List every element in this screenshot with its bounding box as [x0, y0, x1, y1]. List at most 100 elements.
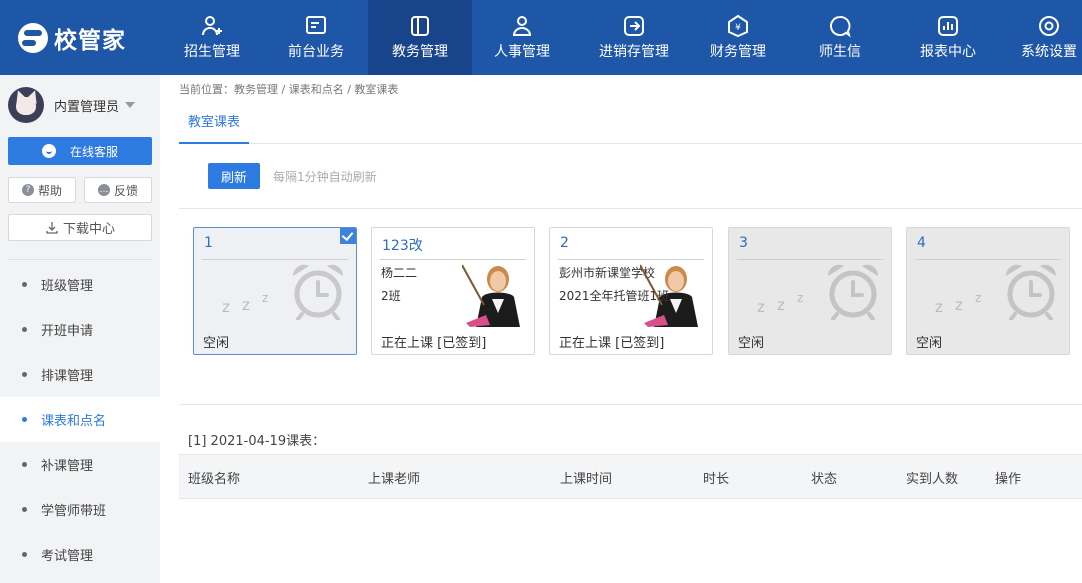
class-name: 2班: [381, 289, 401, 303]
sidebar-item-label: 考试管理: [41, 549, 94, 564]
room-name: 3: [739, 235, 748, 251]
nav-academic[interactable]: 教务管理: [368, 0, 472, 75]
sidebar-item-label: 补课管理: [41, 459, 94, 474]
column-attendance: 实到人数: [906, 472, 959, 487]
column-teacher: 上课老师: [368, 472, 421, 487]
room-status: 空闲: [738, 336, 765, 351]
nav-front-desk[interactable]: 前台业务: [264, 0, 368, 75]
room-name: 2: [560, 235, 569, 251]
chat-bubble-icon: [41, 144, 56, 158]
app-logo[interactable]: 校管家: [18, 22, 126, 54]
svg-text:z: z: [757, 298, 765, 316]
divider: [202, 259, 348, 260]
sidebar-item-label: 课表和点名: [41, 414, 107, 429]
sidebar: 内置管理员 在线客服 ? 帮助 … 反馈 下载中心 班级管理 开班申请 排课管理…: [0, 75, 160, 583]
svg-text:¥: ¥: [735, 23, 741, 33]
room-name: 1: [204, 235, 213, 251]
chat-icon: [830, 16, 851, 38]
nav-finance[interactable]: ¥ 财务管理: [696, 0, 780, 75]
logo-text: 校管家: [54, 28, 126, 54]
sidebar-item-tutor-class[interactable]: 学管师带班: [0, 487, 160, 532]
bullet-icon: [22, 552, 27, 557]
tab-classroom-timetable[interactable]: 教室课表: [179, 104, 250, 144]
schedule-table-header: 班级名称 上课老师 上课时间 时长 状态 实到人数 操作: [179, 454, 1082, 499]
inventory-icon: [624, 16, 644, 36]
sidebar-item-label: 排课管理: [41, 369, 94, 384]
room-card[interactable]: 2 彭州市新课堂学校 2021全年托管班1班 正在上课 [已签到]: [549, 227, 713, 355]
divider: [558, 259, 704, 260]
download-icon: [46, 221, 58, 234]
sidebar-item-makeup-class[interactable]: 补课管理: [0, 442, 160, 487]
nav-settings[interactable]: 系统设置: [996, 0, 1082, 75]
top-navigation-bar: 校管家 招生管理 前台业务 教务管理 人事管理 进销存管理 ¥ 财务管理 师生信…: [0, 0, 1082, 75]
nav-hr[interactable]: 人事管理: [472, 0, 572, 75]
report-icon: [938, 16, 958, 36]
svg-text:z: z: [935, 298, 943, 316]
refresh-button[interactable]: 刷新: [208, 163, 260, 189]
room-status: 正在上课 [已签到]: [559, 336, 665, 351]
svg-text:z: z: [777, 296, 785, 314]
svg-text:z: z: [262, 291, 268, 305]
download-center-button[interactable]: 下载中心: [8, 214, 152, 241]
divider: [179, 208, 1082, 209]
sidebar-item-exam-management[interactable]: 考试管理: [0, 532, 160, 577]
column-class-name: 班级名称: [188, 472, 241, 487]
user-add-icon: [202, 16, 222, 36]
person-icon: [512, 16, 532, 36]
nav-enrollment[interactable]: 招生管理: [160, 0, 264, 75]
column-duration: 时长: [703, 472, 730, 487]
sidebar-item-class-management[interactable]: 班级管理: [0, 262, 160, 307]
svg-text:z: z: [955, 296, 963, 314]
room-card[interactable]: 1 zzz 空闲: [193, 227, 357, 355]
online-service-label: 在线客服: [69, 144, 118, 159]
svg-text:z: z: [242, 296, 250, 314]
nav-label: 人事管理: [494, 44, 550, 60]
nav-label: 系统设置: [1021, 44, 1077, 60]
sidebar-item-label: 开班申请: [41, 324, 94, 339]
tab-bar: 教室课表: [179, 104, 1082, 144]
divider: [8, 259, 152, 260]
divider: [915, 259, 1061, 260]
room-card[interactable]: 123改 杨二二 2班 正在上课 [已签到]: [371, 227, 535, 355]
room-card[interactable]: 3 zzz 空闲: [728, 227, 892, 355]
sleep-icon: zzz: [935, 291, 981, 316]
online-service-button[interactable]: 在线客服: [8, 137, 152, 165]
room-status: 空闲: [916, 336, 943, 351]
room-name: 4: [917, 235, 926, 251]
desk-icon: [306, 16, 326, 34]
room-status: 空闲: [203, 336, 230, 351]
schedule-date-title: [1] 2021-04-19课表：: [188, 434, 326, 449]
nav-reports[interactable]: 报表中心: [900, 0, 996, 75]
auto-refresh-note: 每隔1分钟自动刷新: [273, 170, 377, 184]
room-card[interactable]: 4 zzz 空闲: [906, 227, 1070, 355]
nav-messaging[interactable]: 师生信: [780, 0, 900, 75]
class-name: 2021全年托管班1班: [559, 289, 670, 303]
bullet-icon: [22, 327, 27, 332]
bullet-icon: [22, 417, 27, 422]
alarm-clock-icon: [292, 264, 344, 320]
column-time: 上课时间: [560, 472, 613, 487]
divider: [737, 259, 883, 260]
teacher-illustration: [462, 264, 520, 327]
nav-label: 前台业务: [288, 44, 344, 60]
bullet-icon: [22, 462, 27, 467]
question-icon: ?: [21, 184, 34, 196]
sidebar-item-scheduling[interactable]: 排课管理: [0, 352, 160, 397]
column-actions: 操作: [995, 472, 1022, 487]
nav-inventory[interactable]: 进销存管理: [572, 0, 696, 75]
chevron-down-icon: [125, 102, 136, 108]
user-menu[interactable]: 内置管理员: [8, 87, 136, 123]
avatar: [8, 87, 44, 123]
comment-icon: …: [97, 184, 110, 196]
column-status: 状态: [811, 472, 838, 487]
bullet-icon: [22, 372, 27, 377]
svg-text:z: z: [975, 291, 981, 305]
help-button[interactable]: ? 帮助: [8, 177, 76, 203]
bullet-icon: [22, 282, 27, 287]
sidebar-item-class-application[interactable]: 开班申请: [0, 307, 160, 352]
room-name: 123改: [382, 238, 423, 254]
sidebar-item-timetable-rollcall[interactable]: 课表和点名: [0, 397, 160, 442]
divider: [380, 259, 526, 260]
feedback-button[interactable]: … 反馈: [84, 177, 152, 203]
download-center-label: 下载中心: [62, 222, 115, 237]
